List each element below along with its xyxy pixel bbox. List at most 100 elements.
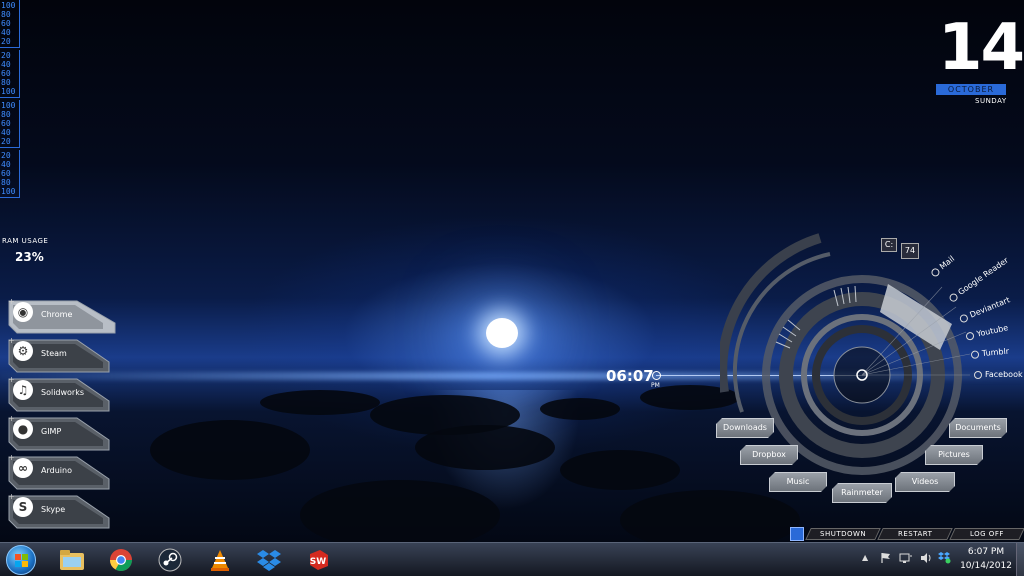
launcher-label: Steam bbox=[41, 349, 67, 358]
taskbar: SW bbox=[0, 542, 1024, 576]
chrome-icon: ◉ bbox=[13, 302, 33, 322]
show-desktop-button[interactable] bbox=[1016, 543, 1024, 576]
drive-usage: 74 bbox=[901, 243, 919, 259]
cpu-meter: 100 80 60 40 20 20 40 60 80 100 100 80 6… bbox=[0, 0, 20, 200]
folder-videos-button[interactable]: Videos bbox=[895, 472, 955, 492]
taskbar-solidworks[interactable]: SW bbox=[303, 546, 333, 574]
launcher-chrome[interactable]: + ◉ Chrome bbox=[5, 297, 116, 334]
network-icon[interactable] bbox=[899, 552, 913, 564]
meter-tick: 100 bbox=[1, 87, 16, 96]
meter-tick: 40 bbox=[1, 128, 11, 137]
date-month: OCTOBER bbox=[936, 84, 1006, 95]
log-off-label: LOG OFF bbox=[970, 530, 1004, 538]
solidworks-logo-text: SW bbox=[310, 557, 326, 567]
folder-pictures-button[interactable]: Pictures bbox=[925, 445, 983, 465]
cpu-meter-block: 20 40 60 80 100 bbox=[0, 50, 20, 98]
folder-music-button[interactable]: Music bbox=[769, 472, 827, 492]
link-facebook[interactable]: Facebook bbox=[974, 370, 1023, 379]
steam-icon bbox=[158, 548, 182, 572]
meter-tick: 20 bbox=[1, 151, 11, 160]
rock bbox=[150, 420, 310, 480]
meter-tick: 100 bbox=[1, 187, 16, 196]
clock-time: 06:07 bbox=[606, 367, 654, 385]
launcher-steam[interactable]: + ⚙ Steam bbox=[5, 336, 110, 373]
tray-clock-date[interactable]: 10/14/2012 bbox=[960, 561, 1012, 571]
explorer-icon bbox=[60, 550, 84, 570]
launcher-label: Chrome bbox=[41, 310, 73, 319]
launcher-solidworks[interactable]: + ♫ Solidworks bbox=[5, 375, 110, 412]
launcher-label: Skype bbox=[41, 505, 66, 514]
meter-tick: 20 bbox=[1, 51, 11, 60]
launcher-expand-icon[interactable]: + bbox=[8, 414, 15, 423]
meter-tick: 40 bbox=[1, 160, 11, 169]
meter-tick: 60 bbox=[1, 119, 11, 128]
launcher-label: Arduino bbox=[41, 466, 72, 475]
taskbar-vlc[interactable] bbox=[205, 546, 235, 574]
volume-icon[interactable] bbox=[920, 552, 932, 564]
launcher-skype[interactable]: + S Skype bbox=[5, 492, 110, 529]
drive-letter: C: bbox=[881, 238, 897, 252]
rock bbox=[300, 480, 500, 542]
meter-tick: 100 bbox=[1, 1, 16, 10]
meter-tick: 60 bbox=[1, 19, 11, 28]
cpu-meter-block: 100 80 60 40 20 bbox=[0, 0, 20, 48]
meter-tick: 80 bbox=[1, 10, 11, 19]
meter-tick: 40 bbox=[1, 60, 11, 69]
link-dot-icon bbox=[965, 330, 975, 341]
cpu-meter-block: 100 80 60 40 20 bbox=[0, 100, 20, 148]
meter-tick: 80 bbox=[1, 178, 11, 187]
launcher-expand-icon[interactable]: + bbox=[8, 375, 15, 384]
dropbox-tray-icon[interactable] bbox=[937, 551, 951, 564]
ram-usage-value: 23% bbox=[15, 250, 44, 264]
launcher-expand-icon[interactable]: + bbox=[8, 453, 15, 462]
log-off-button[interactable]: LOG OFF bbox=[949, 528, 1024, 540]
date-weekday: SUNDAY bbox=[975, 97, 1007, 105]
meter-tick: 80 bbox=[1, 110, 11, 119]
launcher-label: Solidworks bbox=[41, 388, 85, 397]
windows-logo-icon bbox=[15, 554, 28, 567]
ram-usage-label: RAM USAGE bbox=[2, 237, 49, 245]
rock bbox=[560, 450, 680, 490]
start-button[interactable] bbox=[6, 545, 36, 575]
link-dot-icon bbox=[974, 370, 982, 379]
meter-tick: 20 bbox=[1, 37, 11, 46]
restart-button[interactable]: RESTART bbox=[877, 528, 953, 540]
launcher-expand-icon[interactable]: + bbox=[8, 492, 15, 501]
folder-documents-button[interactable]: Documents bbox=[949, 418, 1007, 438]
shutdown-label: SHUTDOWN bbox=[819, 530, 867, 538]
shutdown-button[interactable]: SHUTDOWN bbox=[805, 528, 881, 540]
moon bbox=[486, 318, 518, 348]
solidworks-icon: SW bbox=[310, 550, 328, 570]
meter-tick: 100 bbox=[1, 101, 16, 110]
tray-clock-time[interactable]: 6:07 PM bbox=[966, 547, 1006, 557]
launcher-label: GIMP bbox=[41, 427, 62, 436]
launcher-arduino[interactable]: + ∞ Arduino bbox=[5, 453, 110, 490]
taskbar-steam[interactable] bbox=[155, 546, 185, 574]
rock bbox=[620, 490, 800, 542]
launcher-gimp[interactable]: + ● GIMP bbox=[5, 414, 110, 451]
meter-tick: 60 bbox=[1, 169, 11, 178]
folder-rainmeter-button[interactable]: Rainmeter bbox=[832, 483, 892, 503]
gimp-icon: ● bbox=[13, 419, 33, 439]
launcher-expand-icon[interactable]: + bbox=[8, 336, 15, 345]
arduino-icon: ∞ bbox=[13, 458, 33, 478]
power-indicator bbox=[790, 527, 804, 541]
vlc-icon bbox=[211, 550, 229, 571]
rock bbox=[540, 398, 620, 420]
action-center-flag-icon[interactable] bbox=[880, 552, 892, 564]
date-day: 14 bbox=[938, 11, 1024, 85]
clock-ampm: PM bbox=[651, 382, 660, 389]
meter-tick: 80 bbox=[1, 78, 11, 87]
taskbar-chrome[interactable] bbox=[106, 546, 136, 574]
taskbar-explorer[interactable] bbox=[57, 546, 87, 574]
skype-icon: S bbox=[13, 497, 33, 517]
dropbox-icon bbox=[257, 550, 281, 571]
folder-downloads-button[interactable]: Downloads bbox=[716, 418, 774, 438]
folder-dropbox-button[interactable]: Dropbox bbox=[740, 445, 798, 465]
tray-overflow-icon[interactable]: ▲ bbox=[862, 553, 868, 562]
meter-tick: 20 bbox=[1, 137, 11, 146]
meter-tick: 60 bbox=[1, 69, 11, 78]
taskbar-dropbox[interactable] bbox=[254, 546, 284, 574]
cpu-meter-block: 20 40 60 80 100 bbox=[0, 150, 20, 198]
launcher-expand-icon[interactable]: + bbox=[8, 297, 15, 306]
